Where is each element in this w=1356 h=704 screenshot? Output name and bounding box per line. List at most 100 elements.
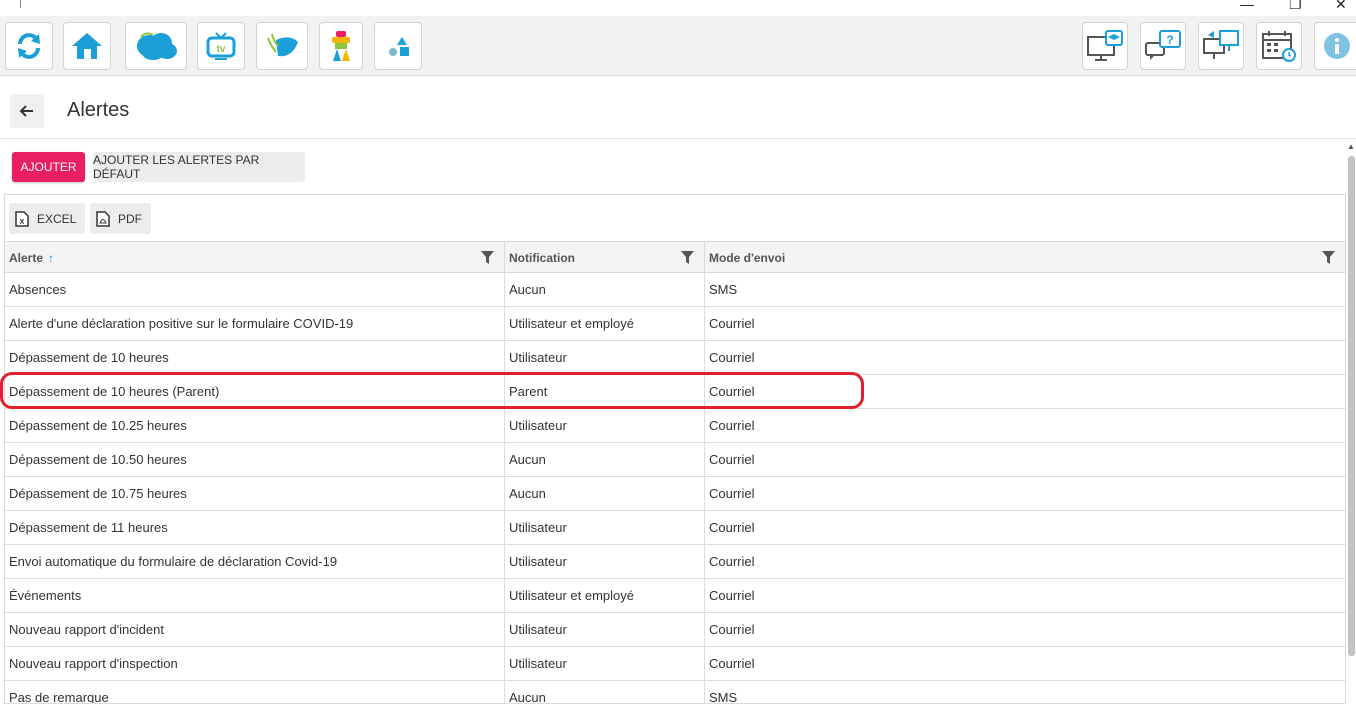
- cell-notification: Utilisateur: [505, 613, 705, 646]
- cell-mode-envoi: Courriel: [709, 316, 755, 331]
- cell-mode-envoi: Courriel: [709, 418, 755, 433]
- training-button[interactable]: [1082, 22, 1128, 70]
- cell-notification: Aucun: [505, 443, 705, 476]
- cell-mode-envoi: Courriel: [709, 350, 755, 365]
- home-button[interactable]: [63, 22, 111, 70]
- table-row[interactable]: Dépassement de 10.75 heures Aucun Courri…: [5, 477, 1345, 511]
- column-header-alerte[interactable]: Alerte ↑: [5, 242, 505, 273]
- filter-icon[interactable]: [481, 251, 494, 264]
- export-pdf-button[interactable]: PDF: [90, 203, 151, 234]
- back-button[interactable]: [10, 94, 44, 128]
- cell-mode-envoi: SMS: [709, 690, 738, 703]
- cloud-app-button[interactable]: [125, 22, 187, 70]
- svg-text:X: X: [20, 219, 25, 226]
- cloud-logo-icon: [137, 32, 177, 60]
- column-label-notification: Notification: [509, 250, 575, 265]
- restore-button[interactable]: ❐: [1289, 0, 1302, 11]
- filter-icon[interactable]: [1322, 251, 1335, 264]
- cell-notification: Utilisateur: [505, 511, 705, 544]
- cell-alerte: Envoi automatique du formulaire de décla…: [5, 545, 505, 578]
- minimize-button[interactable]: —: [1240, 0, 1254, 11]
- table-row[interactable]: Pas de remarque Aucun SMS: [5, 681, 1345, 703]
- shapes-app-button[interactable]: [374, 22, 422, 70]
- add-default-alerts-button[interactable]: AJOUTER LES ALERTES PAR DÉFAUT: [93, 152, 305, 182]
- refresh-icon: [18, 33, 40, 59]
- cell-notification: Aucun: [505, 681, 705, 703]
- table-row[interactable]: Dépassement de 11 heures Utilisateur Cou…: [5, 511, 1345, 545]
- help-button[interactable]: ?: [1140, 22, 1186, 70]
- info-button[interactable]: [1314, 22, 1356, 70]
- vertical-scrollbar[interactable]: ▲: [1346, 140, 1356, 695]
- refresh-button[interactable]: [5, 22, 53, 70]
- cell-alerte: Événements: [5, 579, 505, 612]
- remote-desktop-button[interactable]: [1198, 22, 1244, 70]
- excel-file-icon: X: [15, 210, 29, 227]
- scroll-up-arrow-icon[interactable]: ▲: [1347, 142, 1355, 151]
- cell-notification: Utilisateur: [505, 545, 705, 578]
- cell-notification: Aucun: [505, 273, 705, 306]
- table-row[interactable]: Envoi automatique du formulaire de décla…: [5, 545, 1345, 579]
- cell-alerte: Nouveau rapport d'incident: [5, 613, 505, 646]
- pdf-file-icon: [96, 210, 110, 227]
- table-row[interactable]: Dépassement de 10.50 heures Aucun Courri…: [5, 443, 1345, 477]
- table-row[interactable]: Nouveau rapport d'incident Utilisateur C…: [5, 613, 1345, 647]
- training-monitor-icon: [1087, 30, 1123, 61]
- cell-notification: Utilisateur: [505, 409, 705, 442]
- mascot-button[interactable]: [319, 22, 363, 70]
- cell-alerte: Absences: [5, 273, 505, 306]
- cell-notification: Utilisateur et employé: [505, 307, 705, 340]
- filter-icon[interactable]: [681, 251, 694, 264]
- leaf-logo-icon: [267, 33, 298, 57]
- cell-mode-envoi: Courriel: [709, 656, 755, 671]
- window-edge-mark: [20, 0, 21, 8]
- cell-mode-envoi: SMS: [709, 282, 738, 297]
- shapes-icon: [389, 37, 409, 56]
- cell-mode-envoi: Courriel: [709, 452, 755, 467]
- cell-mode-envoi: Courriel: [709, 588, 755, 603]
- alerts-grid: X EXCEL PDF Alerte ↑ Notification Mode d…: [4, 194, 1346, 704]
- tv-icon: tv: [206, 32, 236, 60]
- cell-notification: Aucun: [505, 477, 705, 510]
- grid-toolbar: X EXCEL PDF: [5, 195, 1345, 241]
- home-icon: [72, 33, 102, 59]
- cell-alerte: Pas de remarque: [5, 681, 505, 703]
- cell-alerte: Dépassement de 10.25 heures: [5, 409, 505, 442]
- cell-notification: Utilisateur: [505, 647, 705, 680]
- grid-body: Absences Aucun SMS Alerte d'une déclarat…: [5, 273, 1345, 703]
- cell-alerte: Dépassement de 11 heures: [5, 511, 505, 544]
- table-row[interactable]: Alerte d'une déclaration positive sur le…: [5, 307, 1345, 341]
- cell-notification: Parent: [505, 375, 705, 408]
- table-row[interactable]: Dépassement de 10.25 heures Utilisateur …: [5, 409, 1345, 443]
- export-pdf-label: PDF: [118, 211, 142, 226]
- grid-header-row: Alerte ↑ Notification Mode d'envoi: [5, 241, 1345, 273]
- export-excel-button[interactable]: X EXCEL: [9, 203, 86, 234]
- column-header-mode-envoi[interactable]: Mode d'envoi: [705, 242, 1345, 273]
- cell-notification: Utilisateur et employé: [505, 579, 705, 612]
- close-button[interactable]: ✕: [1335, 0, 1347, 11]
- scrollbar-thumb[interactable]: [1348, 156, 1355, 656]
- page-title: Alertes: [67, 99, 130, 121]
- export-excel-label: EXCEL: [37, 211, 77, 226]
- svg-text:tv: tv: [217, 44, 226, 55]
- calendar-button[interactable]: [1256, 22, 1302, 70]
- help-chat-icon: ?: [1145, 30, 1181, 60]
- svg-text:?: ?: [1166, 33, 1173, 47]
- tv-button[interactable]: tv: [197, 22, 245, 70]
- table-row[interactable]: Dépassement de 10 heures (Parent) Parent…: [5, 375, 1345, 409]
- cell-alerte: Nouveau rapport d'inspection: [5, 647, 505, 680]
- cell-alerte: Dépassement de 10.50 heures: [5, 443, 505, 476]
- table-row[interactable]: Nouveau rapport d'inspection Utilisateur…: [5, 647, 1345, 681]
- cell-alerte: Alerte d'une déclaration positive sur le…: [5, 307, 505, 340]
- page-header: Alertes: [0, 77, 1356, 139]
- table-row[interactable]: Événements Utilisateur et employé Courri…: [5, 579, 1345, 613]
- column-label-mode-envoi: Mode d'envoi: [709, 250, 786, 265]
- cell-alerte: Dépassement de 10.75 heures: [5, 477, 505, 510]
- table-row[interactable]: Dépassement de 10 heures Utilisateur Cou…: [5, 341, 1345, 375]
- info-icon: [1324, 33, 1350, 59]
- calendar-clock-icon: [1262, 31, 1296, 62]
- cell-alerte: Dépassement de 10 heures (Parent): [5, 375, 505, 408]
- add-button[interactable]: AJOUTER: [12, 152, 85, 182]
- leaf-app-button[interactable]: [256, 22, 308, 70]
- column-header-notification[interactable]: Notification: [505, 242, 705, 273]
- table-row[interactable]: Absences Aucun SMS: [5, 273, 1345, 307]
